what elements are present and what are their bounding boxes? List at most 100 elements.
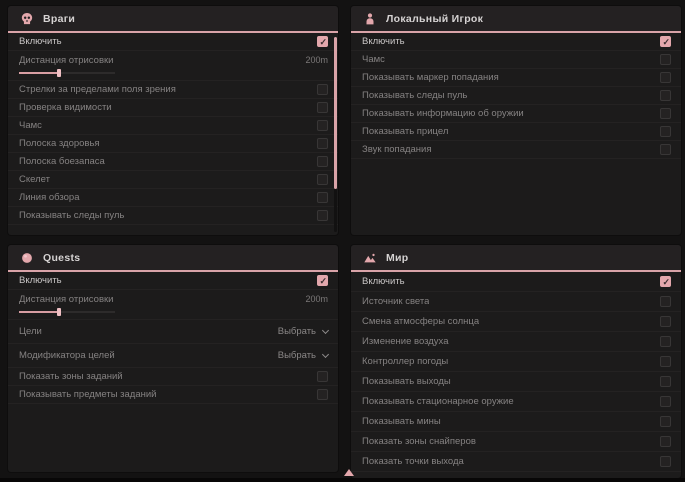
checkbox[interactable]	[317, 210, 328, 221]
render-distance-slider[interactable]	[19, 69, 115, 77]
checkbox[interactable]	[317, 156, 328, 167]
setting-row: Стрелки за пределами поля зрения	[8, 81, 338, 99]
slider-value: 200m	[305, 55, 328, 65]
checkbox[interactable]	[317, 102, 328, 113]
slider-value: 200m	[305, 294, 328, 304]
setting-label: Модификатора целей	[19, 350, 115, 361]
setting-row: Показывать прицел	[351, 123, 681, 141]
setting-label: Скелет	[19, 174, 50, 185]
checkbox[interactable]	[660, 72, 671, 83]
setting-label: Чамс	[362, 54, 385, 65]
setting-label: Показывать прицел	[362, 126, 448, 137]
panel-local-player: Локальный Игрок Включить Чамс Показывать м…	[351, 6, 681, 235]
setting-row: Проверка видимости	[8, 99, 338, 117]
checkbox[interactable]	[317, 275, 328, 286]
checkbox[interactable]	[660, 108, 671, 119]
setting-label: Показывать информацию об оружии	[362, 108, 524, 119]
dropdown-value: Выбрать	[278, 350, 316, 361]
setting-row: Линия обзора	[8, 189, 338, 207]
checkbox[interactable]	[317, 192, 328, 203]
slider-handle[interactable]	[57, 308, 61, 316]
setting-row: Показывать следы пуль	[351, 87, 681, 105]
setting-row: Показывать предметы заданий	[8, 386, 338, 404]
checkbox[interactable]	[317, 389, 328, 400]
setting-row: Контроллер погоды	[351, 352, 681, 372]
checkbox[interactable]	[660, 396, 671, 407]
setting-label: Полоска боезапаса	[19, 156, 105, 167]
setting-row: Показывать следы пуль	[8, 207, 338, 225]
checkbox[interactable]	[317, 120, 328, 131]
setting-row: Показывать выходы	[351, 372, 681, 392]
setting-label: Цели	[19, 326, 42, 337]
setting-row: Чамс	[351, 51, 681, 69]
scroll-up-indicator[interactable]	[344, 469, 354, 476]
checkbox[interactable]	[660, 316, 671, 327]
panel-title: Quests	[43, 252, 80, 264]
setting-label: Показывать следы пуль	[362, 90, 467, 101]
setting-row: Показывать мины	[351, 412, 681, 432]
setting-row: Изменение воздуха	[351, 332, 681, 352]
panel-header: Локальный Игрок	[351, 6, 681, 33]
setting-row-slider: Дистанция отрисовки200m	[8, 51, 338, 81]
checkbox[interactable]	[317, 371, 328, 382]
circle-icon	[20, 251, 34, 265]
panel-header: Quests	[8, 245, 338, 272]
panel-quests: Quests Включить Дистанция отрисовки 200m Це…	[8, 245, 338, 472]
setting-label: Стрелки за пределами поля зрения	[19, 84, 176, 95]
checkbox[interactable]	[660, 126, 671, 137]
setting-label: Включить	[19, 36, 62, 47]
checkbox[interactable]	[660, 436, 671, 447]
checkbox[interactable]	[660, 376, 671, 387]
setting-row: Показывать стационарное оружие	[351, 392, 681, 412]
setting-row: Показывать информацию об оружии	[351, 105, 681, 123]
setting-row: Источник света	[351, 292, 681, 312]
mountains-icon	[363, 251, 377, 265]
checkbox[interactable]	[660, 90, 671, 101]
skull-icon	[20, 12, 34, 26]
setting-row: Включить	[351, 33, 681, 51]
settings-list: Включить Дистанция отрисовки200m Стрелки з…	[8, 33, 338, 225]
setting-label: Проверка видимости	[19, 102, 112, 113]
settings-list: Включить Источник света Смена атмосферы со…	[351, 272, 681, 472]
checkbox[interactable]	[660, 36, 671, 47]
person-icon	[363, 12, 377, 26]
setting-label: Показывать следы пуль	[19, 210, 124, 221]
checkbox[interactable]	[660, 276, 671, 287]
checkbox[interactable]	[660, 356, 671, 367]
setting-label: Смена атмосферы солнца	[362, 316, 479, 327]
setting-row: Включить	[351, 272, 681, 292]
dropdown[interactable]: Выбрать	[278, 326, 328, 337]
checkbox[interactable]	[317, 36, 328, 47]
slider-handle[interactable]	[57, 69, 61, 77]
checkbox[interactable]	[317, 84, 328, 95]
checkbox[interactable]	[660, 416, 671, 427]
panel-title: Мир	[386, 252, 409, 264]
render-distance-slider[interactable]	[19, 308, 115, 316]
checkbox[interactable]	[660, 336, 671, 347]
setting-label: Показывать предметы заданий	[19, 389, 156, 400]
checkbox[interactable]	[660, 144, 671, 155]
setting-row: Показать зоны снайперов	[351, 432, 681, 452]
dropdown[interactable]: Выбрать	[278, 350, 328, 361]
checkbox[interactable]	[317, 174, 328, 185]
settings-list: Включить Чамс Показывать маркер попадания П…	[351, 33, 681, 159]
setting-label: Включить	[19, 275, 62, 286]
setting-row: Смена атмосферы солнца	[351, 312, 681, 332]
setting-label: Показать зоны заданий	[19, 371, 123, 382]
setting-label: Полоска здоровья	[19, 138, 100, 149]
setting-label: Показывать выходы	[362, 376, 451, 387]
setting-label: Чамс	[19, 120, 42, 131]
setting-label: Показать зоны снайперов	[362, 436, 476, 447]
panel-world: Мир Включить Источник света Смена атмосфер…	[351, 245, 681, 478]
checkbox[interactable]	[660, 456, 671, 467]
scrollbar-thumb[interactable]	[334, 37, 337, 189]
setting-label: Дистанция отрисовки	[19, 294, 113, 305]
setting-label: Показывать мины	[362, 416, 441, 427]
setting-row-dropdown: Модификатора целей Выбрать	[8, 344, 338, 368]
panel-header: Враги	[8, 6, 338, 33]
checkbox[interactable]	[660, 296, 671, 307]
setting-label: Показывать маркер попадания	[362, 72, 499, 83]
checkbox[interactable]	[660, 54, 671, 65]
setting-label: Включить	[362, 276, 405, 287]
checkbox[interactable]	[317, 138, 328, 149]
